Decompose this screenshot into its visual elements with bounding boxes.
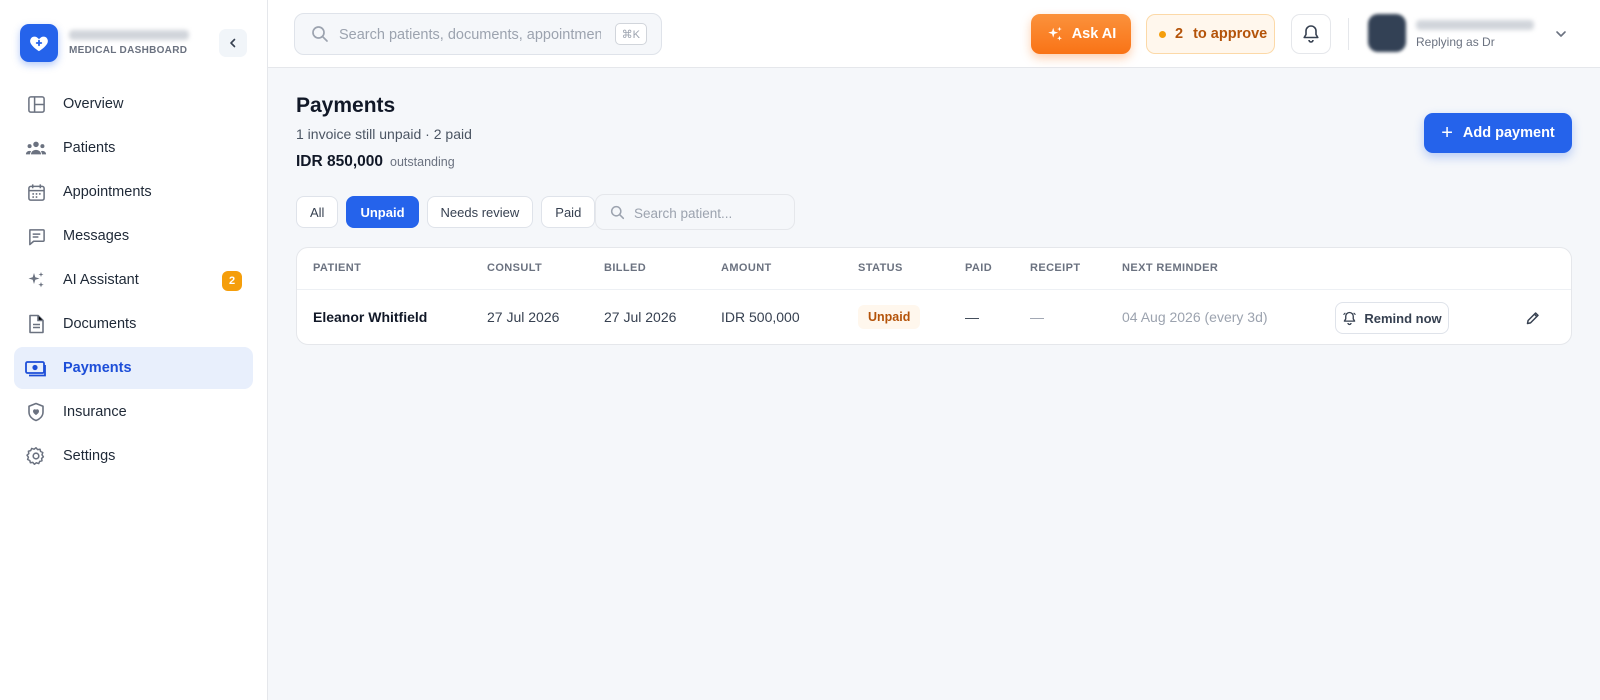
column-header-status[interactable]: STATUS [858,262,903,274]
sidebar-item-label: Patients [63,140,116,156]
payments-table: PATIENT CONSULT BILLED AMOUNT STATUS PAI… [296,247,1572,345]
approve-count: 2 [1175,26,1184,42]
profile-name-redacted [1416,20,1534,30]
sidebar-item-label: AI Assistant [63,272,139,288]
approve-label: to approve [1193,26,1268,42]
search-icon [610,205,625,223]
sidebar-item-label: Payments [63,360,132,376]
profile-subtitle: Replying as Dr [1416,35,1495,49]
banknote-icon [25,357,47,379]
add-payment-button[interactable]: + Add payment [1424,113,1572,153]
plus-icon: + [1441,122,1453,144]
edit-pencil-icon[interactable] [1523,308,1543,328]
filter-chip-all[interactable]: All [296,196,339,228]
sidebar-item-patients[interactable]: Patients [14,127,253,169]
sidebar-nav: Overview Patients Appointments Messages … [14,83,253,479]
layout-icon [25,93,47,115]
filter-chip-paid[interactable]: Paid [541,196,596,228]
status-filter-chips: All Unpaid Needs review Paid [296,196,603,228]
to-approve-button[interactable]: 2 to approve [1146,14,1275,54]
outstanding-label: outstanding [390,155,455,169]
main-content: Payments 1 invoice still unpaid · 2 paid… [268,68,1600,700]
ask-ai-label: Ask AI [1071,26,1117,42]
bell-ring-icon [1342,311,1357,326]
document-icon [25,313,47,335]
avatar[interactable] [1368,14,1406,52]
column-header-amount[interactable]: AMOUNT [721,262,772,274]
sidebar-item-insurance[interactable]: Insurance [14,391,253,433]
message-icon [25,225,47,247]
sidebar-item-label: Documents [63,316,137,332]
calendar-icon [25,181,47,203]
filter-chip-unpaid[interactable]: Unpaid [346,196,419,228]
sidebar-item-ai-assistant[interactable]: AI Assistant 2 [14,259,253,301]
status-badge: Unpaid [858,305,921,329]
collapse-sidebar-button[interactable] [219,29,247,57]
global-search[interactable]: ⌘K [294,13,662,55]
outstanding-summary: IDR 850,000 outstanding [296,153,455,171]
column-header-paid[interactable]: PAID [965,262,992,274]
outstanding-amount: IDR 850,000 [296,153,384,170]
patient-search-input[interactable] [634,203,784,223]
brand-subtitle: MEDICAL DASHBOARD [69,45,188,56]
column-header-next-reminder[interactable]: NEXT REMINDER [1122,262,1218,274]
add-payment-label: Add payment [1462,125,1555,141]
topbar: ⌘K Ask AI 2 to approve Replying as Dr [268,0,1600,68]
search-icon [311,25,329,46]
consult-date: 27 Jul 2026 [487,309,560,325]
topbar-divider [1348,18,1349,50]
page-subtitle: 1 invoice still unpaid · 2 paid [296,126,472,142]
users-icon [25,137,47,159]
sidebar-item-label: Settings [63,448,116,464]
sidebar-item-documents[interactable]: Documents [14,303,253,345]
bell-icon [1303,25,1319,43]
search-input[interactable] [339,24,601,46]
gear-icon [25,445,47,467]
sidebar: MEDICAL DASHBOARD Overview Patients Appo… [0,0,268,700]
column-header-billed[interactable]: BILLED [604,262,646,274]
sparkle-icon [1046,25,1064,43]
amount: IDR 500,000 [721,309,800,325]
sidebar-item-payments[interactable]: Payments [14,347,253,389]
table-header: PATIENT CONSULT BILLED AMOUNT STATUS PAI… [297,248,1571,290]
sidebar-item-appointments[interactable]: Appointments [14,171,253,213]
sidebar-item-label: Appointments [63,184,152,200]
table-row[interactable]: Eleanor Whitfield 27 Jul 2026 27 Jul 202… [297,290,1571,344]
column-header-receipt[interactable]: RECEIPT [1030,262,1080,274]
sidebar-item-overview[interactable]: Overview [14,83,253,125]
sidebar-item-settings[interactable]: Settings [14,435,253,477]
column-header-consult[interactable]: CONSULT [487,262,542,274]
heart-logo-icon[interactable] [20,24,58,62]
ai-assistant-count-badge: 2 [222,271,242,291]
remind-now-button[interactable]: Remind now [1335,302,1449,334]
status-dot-icon [1159,30,1166,38]
billed-date: 27 Jul 2026 [604,309,677,325]
paid-value: — [965,309,979,325]
chevron-left-icon [230,38,236,48]
notifications-button[interactable] [1291,14,1331,54]
patient-search[interactable] [595,194,795,230]
shield-heart-icon [25,401,47,423]
search-shortcut-hint: ⌘K [614,23,647,45]
brand-name-redacted [69,30,189,40]
patient-name[interactable]: Eleanor Whitfield [313,309,427,325]
sidebar-item-label: Insurance [63,404,127,420]
page-title: Payments [296,94,396,117]
filter-chip-needs-review[interactable]: Needs review [426,196,534,228]
brand: MEDICAL DASHBOARD [20,24,248,64]
sidebar-item-messages[interactable]: Messages [14,215,253,257]
receipt-value: — [1030,309,1044,325]
sidebar-item-label: Messages [63,228,130,244]
remind-now-label: Remind now [1364,310,1442,326]
ask-ai-button[interactable]: Ask AI [1031,14,1131,54]
sidebar-item-label: Overview [63,96,124,112]
chevron-down-icon[interactable] [1554,27,1568,44]
next-reminder: 04 Aug 2026 (every 3d) [1122,309,1268,325]
column-header-patient[interactable]: PATIENT [313,262,361,274]
sparkle-icon [25,269,47,291]
